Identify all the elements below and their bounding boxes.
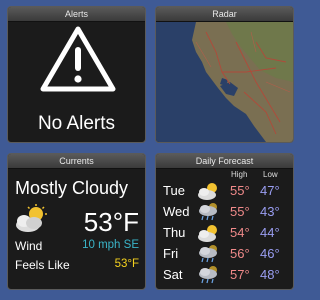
forecast-day: Wed (163, 204, 190, 219)
feels-like-value: 53°F (114, 258, 139, 270)
forecast-high: 54° (230, 225, 250, 240)
rain-icon (197, 265, 221, 285)
low-header: Low (263, 170, 278, 179)
forecast-low: 43° (260, 204, 280, 219)
rain-icon (197, 202, 221, 222)
high-header: High (231, 170, 248, 179)
forecast-title: Daily Forecast (156, 154, 293, 169)
partly-cloudy-icon (197, 181, 221, 201)
partly-cloudy-icon (14, 204, 50, 234)
forecast-day: Fri (163, 246, 179, 261)
forecast-row[interactable]: Sat 57° 48° (156, 265, 293, 285)
forecast-low: 44° (260, 225, 280, 240)
forecast-high: 55° (230, 183, 250, 198)
warning-icon (40, 26, 116, 92)
forecast-day: Tue (163, 183, 185, 198)
radar-widget[interactable]: Radar (155, 6, 294, 143)
forecast-row[interactable]: Thu 54° 44° (156, 223, 293, 243)
forecast-low: 46° (260, 246, 280, 261)
current-conditions-widget[interactable]: Currents Mostly Cloudy 53°F Wind 10 mph … (7, 153, 146, 290)
radar-map[interactable] (156, 22, 293, 142)
wind-value: 10 mph SE (82, 239, 139, 251)
daily-forecast-widget[interactable]: Daily Forecast High Low Tue 55° 47° Wed 55° 4… (155, 153, 294, 290)
rain-icon (197, 244, 221, 264)
forecast-low: 48° (260, 267, 280, 282)
forecast-day: Thu (163, 225, 186, 240)
radar-title: Radar (156, 7, 293, 22)
forecast-day: Sat (163, 267, 183, 282)
forecast-high: 57° (230, 267, 250, 282)
forecast-high: 56° (230, 246, 250, 261)
wind-label: Wind (15, 239, 43, 253)
feels-like-label: Feels Like (15, 258, 70, 272)
currents-title: Currents (8, 154, 145, 169)
forecast-low: 47° (260, 183, 280, 198)
partly-cloudy-icon (197, 223, 221, 243)
alerts-title: Alerts (8, 7, 145, 22)
alerts-widget[interactable]: Alerts No Alerts (7, 6, 146, 143)
forecast-high: 55° (230, 204, 250, 219)
condition-text: Mostly Cloudy (15, 178, 129, 198)
no-alerts-text: No Alerts (37, 113, 116, 134)
forecast-row[interactable]: Tue 55° 47° (156, 181, 293, 201)
forecast-row[interactable]: Fri 56° 46° (156, 244, 293, 264)
forecast-row[interactable]: Wed 55° 43° (156, 202, 293, 222)
current-temperature: 53°F (83, 207, 139, 237)
